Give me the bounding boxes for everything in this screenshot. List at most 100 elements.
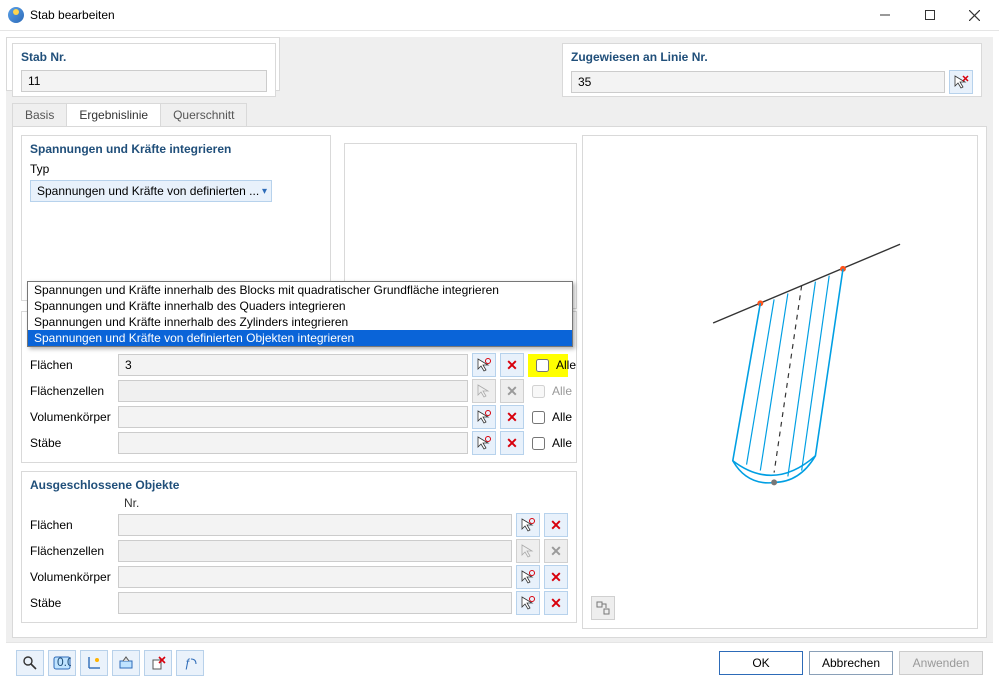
x-icon: ✕: [550, 569, 562, 586]
pick-surfaces-button[interactable]: [472, 353, 496, 377]
exclude-panel: Ausgeschlossene Objekte Nr. Flächen ✕ Fl…: [21, 471, 577, 623]
type-combobox-value: Spannungen und Kräfte von definierten ..…: [37, 184, 262, 198]
help-button[interactable]: [16, 650, 44, 676]
clear-surfaces-button[interactable]: ✕: [500, 353, 524, 377]
include-surfaces-all-label: Alle: [556, 358, 576, 372]
include-solids-all-checkbox[interactable]: [532, 411, 545, 424]
include-cells-all-checkbox: [532, 385, 545, 398]
x-icon: ✕: [506, 435, 518, 452]
x-icon: ✕: [506, 383, 518, 400]
exclude-row-members: Stäbe ✕: [30, 590, 568, 616]
ok-button[interactable]: OK: [719, 651, 803, 675]
clear-solids-button[interactable]: ✕: [500, 405, 524, 429]
assigned-label: Zugewiesen an Linie Nr.: [571, 50, 973, 64]
exclude-cells-label: Flächenzellen: [30, 544, 114, 558]
units-button[interactable]: 0.00: [48, 650, 76, 676]
x-icon: ✕: [506, 409, 518, 426]
include-row-solids: Volumenkörper ✕ Alle: [30, 404, 568, 430]
exclude-solids-input[interactable]: [118, 566, 512, 588]
pick-cells-button: [472, 379, 496, 403]
include-cells-input: [118, 380, 468, 402]
stab-nr-input[interactable]: [21, 70, 267, 92]
pick-exclude-surfaces-button[interactable]: [516, 513, 540, 537]
preview-settings-button[interactable]: [591, 596, 615, 620]
include-surfaces-all-highlight: Alle: [528, 354, 568, 377]
integrate-panel-title: Spannungen und Kräfte integrieren: [30, 142, 322, 156]
include-surfaces-all-checkbox[interactable]: [536, 359, 549, 372]
x-icon: ✕: [550, 543, 562, 560]
axes-button[interactable]: [80, 650, 108, 676]
tab-ergebnislinie[interactable]: Ergebnislinie: [66, 103, 161, 127]
pick-line-button[interactable]: [949, 70, 973, 94]
exclude-surfaces-input[interactable]: [118, 514, 512, 536]
exclude-row-cells: Flächenzellen ✕: [30, 538, 568, 564]
pick-exclude-solids-button[interactable]: [516, 565, 540, 589]
delete-display-button[interactable]: [144, 650, 172, 676]
window-title: Stab bearbeiten: [30, 8, 862, 22]
type-dropdown[interactable]: Spannungen und Kräfte innerhalb des Bloc…: [27, 281, 573, 347]
clear-members-button[interactable]: ✕: [500, 431, 524, 455]
exclude-cells-input: [118, 540, 512, 562]
minimize-button[interactable]: [862, 0, 907, 30]
include-surfaces-label: Flächen: [30, 358, 114, 372]
tab-basis[interactable]: Basis: [12, 103, 67, 127]
include-surfaces-input[interactable]: [118, 354, 468, 376]
include-members-all-label: Alle: [552, 436, 572, 450]
include-row-members: Stäbe ✕ Alle: [30, 430, 568, 456]
exclude-row-solids: Volumenkörper ✕: [30, 564, 568, 590]
include-row-surfaces: Flächen ✕ Alle: [30, 352, 568, 378]
exclude-solids-label: Volumenkörper: [30, 570, 114, 584]
exclude-panel-title: Ausgeschlossene Objekte: [30, 478, 568, 492]
include-cells-label: Flächenzellen: [30, 384, 114, 398]
clear-exclude-members-button[interactable]: ✕: [544, 591, 568, 615]
main-panel: Spannungen und Kräfte integrieren Typ Sp…: [12, 126, 987, 638]
svg-text:ƒ: ƒ: [184, 656, 191, 670]
stab-nr-label: Stab Nr.: [21, 50, 267, 64]
include-cells-all-label: Alle: [552, 384, 572, 398]
include-row-cells: Flächenzellen ✕ Alle: [30, 378, 568, 404]
include-solids-input[interactable]: [118, 406, 468, 428]
clear-exclude-solids-button[interactable]: ✕: [544, 565, 568, 589]
include-members-all-checkbox[interactable]: [532, 437, 545, 450]
type-option-quader[interactable]: Spannungen und Kräfte innerhalb des Quad…: [28, 298, 572, 314]
clear-exclude-cells-button: ✕: [544, 539, 568, 563]
preview-panel[interactable]: [582, 135, 978, 629]
type-label: Typ: [30, 162, 322, 176]
type-option-definierte-objekte[interactable]: Spannungen und Kräfte von definierten Ob…: [28, 330, 572, 346]
type-option-block[interactable]: Spannungen und Kräfte innerhalb des Bloc…: [28, 282, 572, 298]
type-option-zylinder[interactable]: Spannungen und Kräfte innerhalb des Zyli…: [28, 314, 572, 330]
titlebar: Stab bearbeiten: [0, 0, 999, 30]
pick-members-button[interactable]: [472, 431, 496, 455]
tab-bar: Basis Ergebnislinie Querschnitt: [12, 103, 246, 127]
pick-exclude-members-button[interactable]: [516, 591, 540, 615]
chevron-down-icon: ▾: [262, 186, 267, 197]
tab-querschnitt[interactable]: Querschnitt: [160, 103, 247, 127]
include-solids-label: Volumenkörper: [30, 410, 114, 424]
integrate-panel: Spannungen und Kräfte integrieren Typ Sp…: [21, 135, 331, 301]
x-icon: ✕: [550, 517, 562, 534]
x-icon: ✕: [550, 595, 562, 612]
exclude-surfaces-label: Flächen: [30, 518, 114, 532]
pick-solids-button[interactable]: [472, 405, 496, 429]
clear-exclude-surfaces-button[interactable]: ✕: [544, 513, 568, 537]
exclude-nr-header: Nr.: [124, 496, 568, 510]
apply-button: Anwenden: [899, 651, 983, 675]
app-icon: [8, 7, 24, 23]
view-button[interactable]: [112, 650, 140, 676]
close-button[interactable]: [952, 0, 997, 30]
stab-nr-group: Stab Nr.: [12, 43, 276, 97]
exclude-members-input[interactable]: [118, 592, 512, 614]
include-members-label: Stäbe: [30, 436, 114, 450]
type-combobox[interactable]: Spannungen und Kräfte von definierten ..…: [30, 180, 272, 202]
x-icon: ✕: [506, 357, 518, 374]
include-members-input[interactable]: [118, 432, 468, 454]
function-button[interactable]: ƒ: [176, 650, 204, 676]
include-solids-all-label: Alle: [552, 410, 572, 424]
maximize-button[interactable]: [907, 0, 952, 30]
assigned-line-input[interactable]: [571, 71, 945, 93]
clear-cells-button: ✕: [500, 379, 524, 403]
pick-exclude-cells-button: [516, 539, 540, 563]
assigned-line-group: Zugewiesen an Linie Nr.: [562, 43, 982, 97]
cancel-button[interactable]: Abbrechen: [809, 651, 893, 675]
exclude-members-label: Stäbe: [30, 596, 114, 610]
